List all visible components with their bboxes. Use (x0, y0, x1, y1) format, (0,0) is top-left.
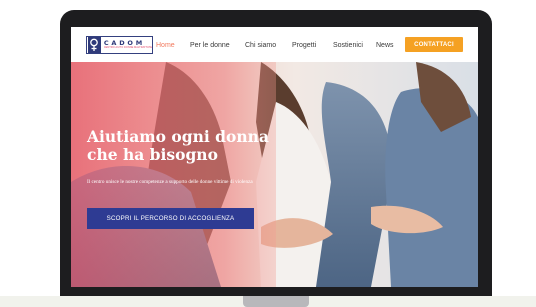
navbar: CADOM CENTRO AIUTO DONNE MALTRATTATE Hom… (71, 27, 478, 62)
nav-home[interactable]: Home (156, 42, 175, 49)
brand-tagline: CENTRO AIUTO DONNE MALTRATTATE (103, 46, 152, 50)
hero-section: Aiutiamo ogni donna che ha bisogno Il ce… (71, 62, 478, 287)
laptop-stand (243, 296, 309, 307)
contact-button[interactable]: CONTATTACI (405, 37, 463, 52)
hero-title: Aiutiamo ogni donna che ha bisogno (87, 128, 277, 164)
hero-cta-button[interactable]: SCOPRI IL PERCORSO DI ACCOGLIENZA (87, 208, 254, 229)
page: CADOM CENTRO AIUTO DONNE MALTRATTATE Hom… (0, 0, 536, 307)
laptop-screen: CADOM CENTRO AIUTO DONNE MALTRATTATE Hom… (71, 27, 478, 287)
nav-chi-siamo[interactable]: Chi siamo (245, 42, 276, 49)
hero-title-line-1: Aiutiamo ogni donna (87, 127, 269, 146)
hero-description: Il centro unisce le nostre competenze a … (87, 179, 253, 185)
nav-per-le-donne[interactable]: Per le donne (190, 42, 230, 49)
hero-title-line-2: che ha bisogno (87, 145, 218, 164)
brand-wordmark: CADOM CENTRO AIUTO DONNE MALTRATTATE (104, 40, 152, 50)
nav-news[interactable]: News (376, 42, 394, 49)
nav-sostienici[interactable]: Sostienici (333, 42, 363, 49)
laptop-chin (60, 287, 492, 296)
nav-progetti[interactable]: Progetti (292, 42, 316, 49)
brand-logo[interactable]: CADOM CENTRO AIUTO DONNE MALTRATTATE (86, 36, 153, 54)
female-symbol-icon (88, 37, 101, 53)
hero-photo (71, 62, 478, 287)
